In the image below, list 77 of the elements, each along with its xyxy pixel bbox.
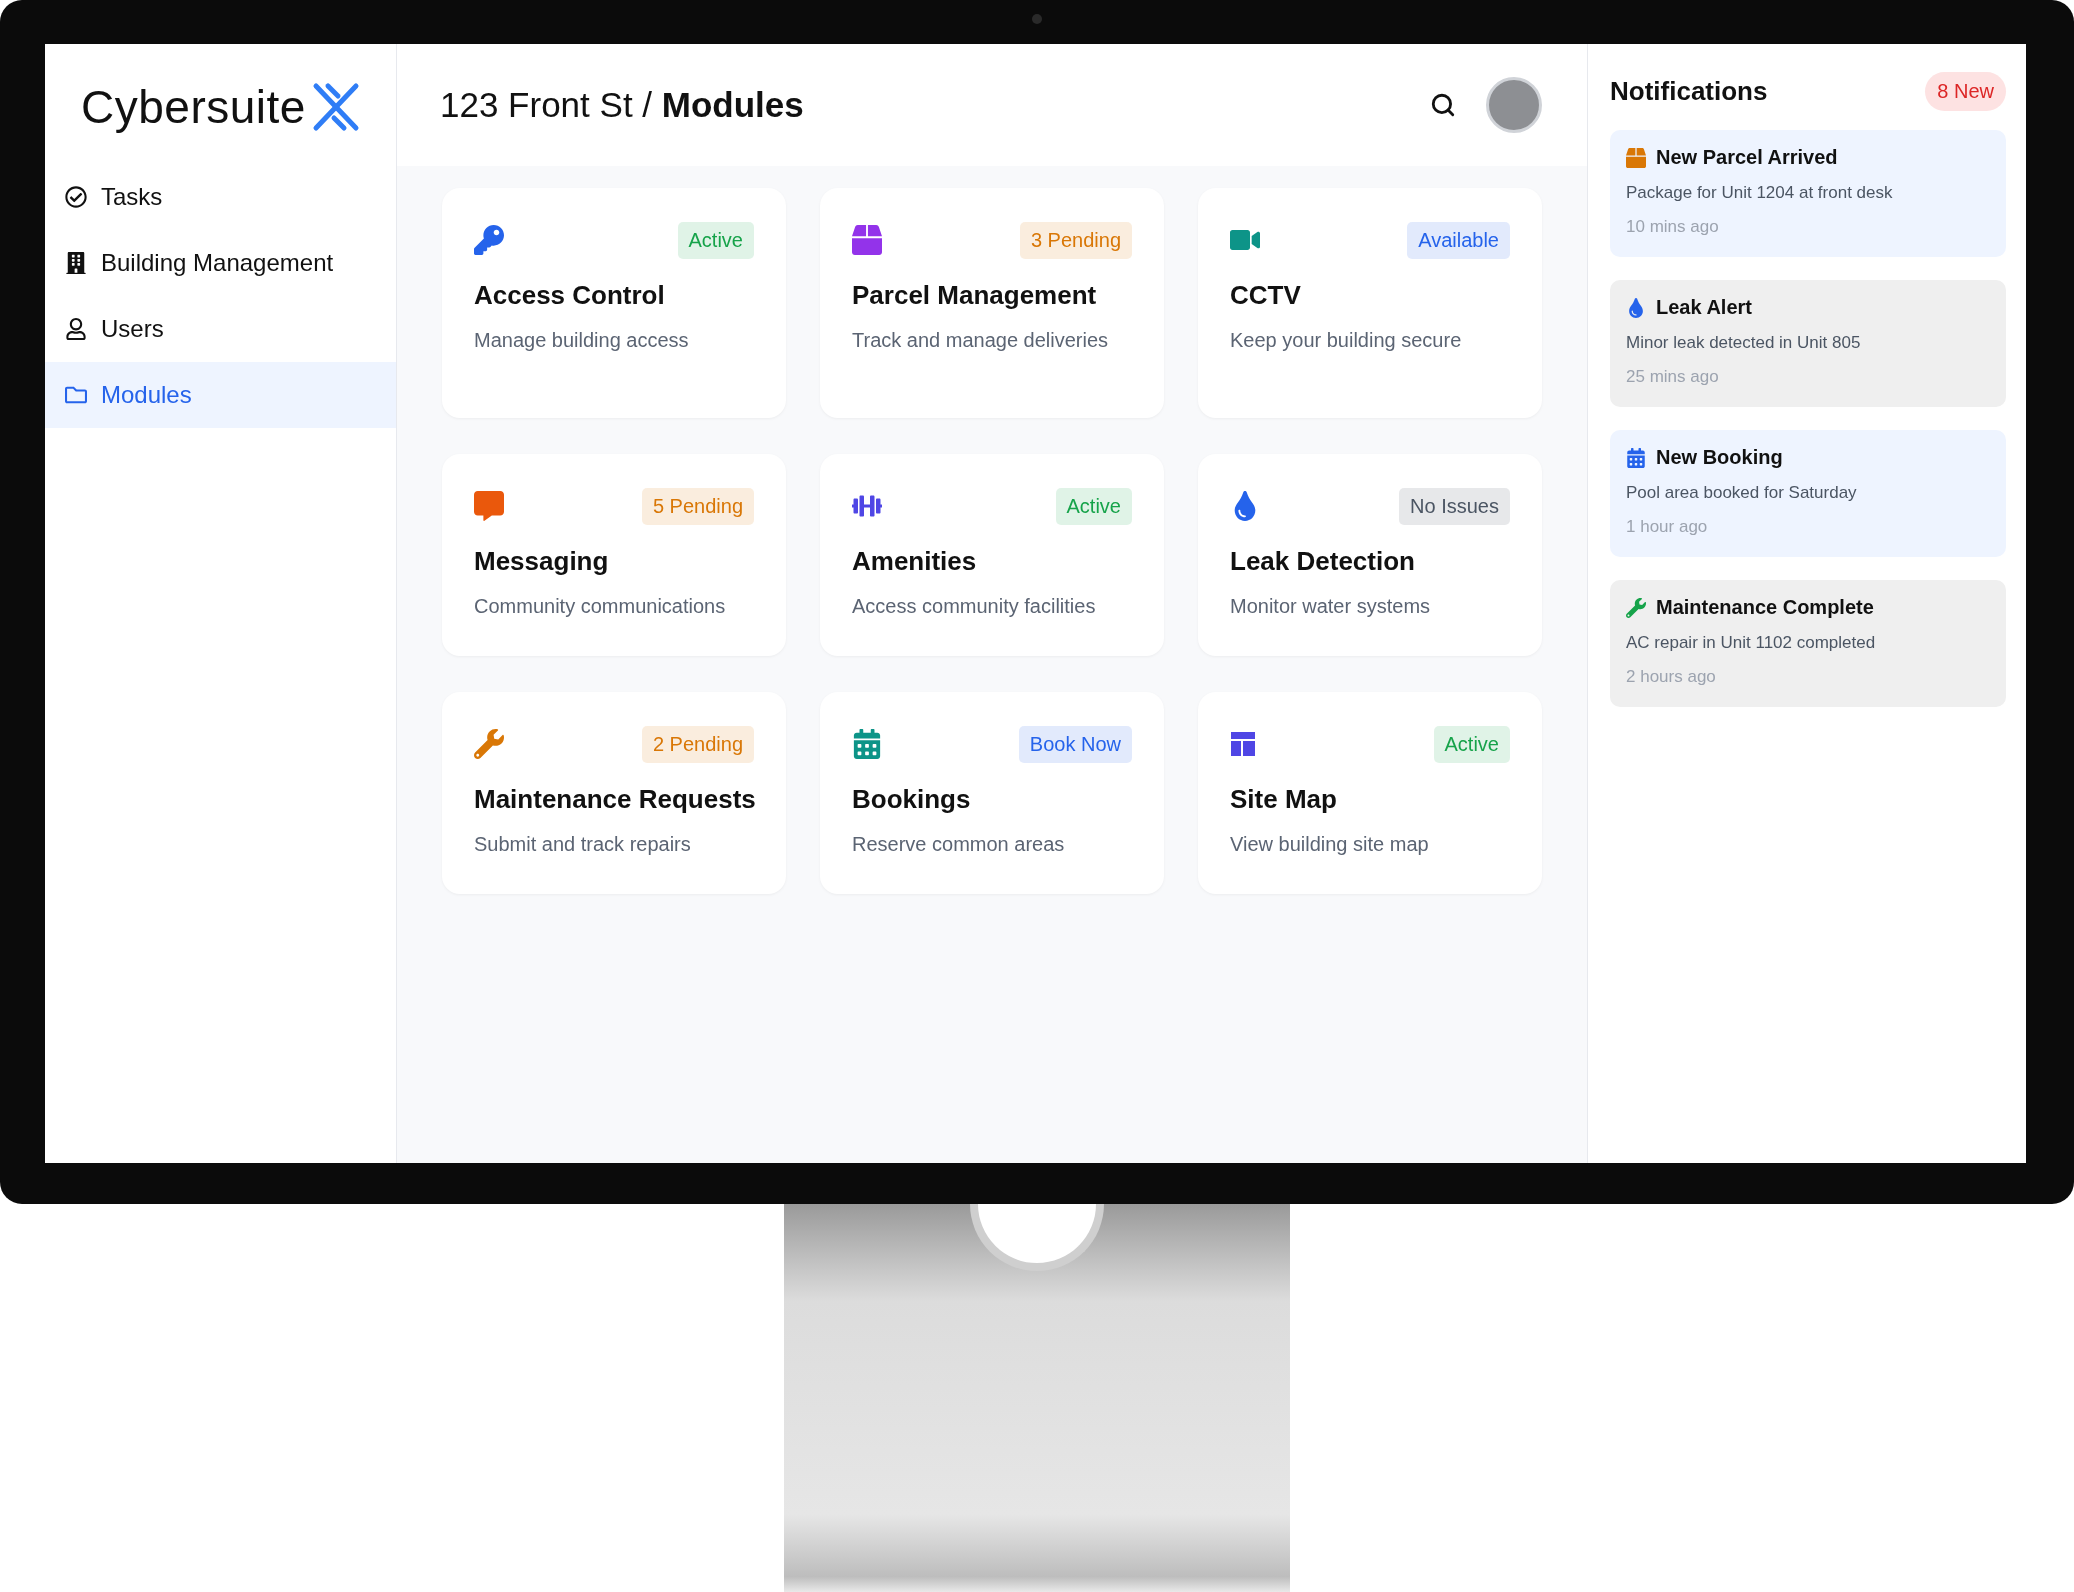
module-title: Bookings: [852, 784, 972, 815]
status-badge: No Issues: [1399, 487, 1510, 525]
notification-time: 10 mins ago: [1626, 217, 1720, 237]
module-title: Parcel Management: [852, 280, 1098, 311]
notification-title: New Booking: [1656, 446, 1783, 469]
module-description: Manage building access: [474, 329, 690, 352]
notification-card[interactable]: New Booking Pool area booked for Saturday 1 hour ago: [1610, 430, 2006, 557]
notification-text: Pool area booked for Saturday: [1626, 483, 1858, 503]
chat-icon: [474, 491, 504, 521]
notification-card[interactable]: Leak Alert Minor leak detected in Unit 805 25 mins ago: [1610, 280, 2006, 407]
calendar-icon: [852, 729, 882, 759]
logo-mark-icon: [311, 82, 360, 132]
page-title: 123 Front St / Modules: [440, 85, 804, 125]
notification-text: Minor leak detected in Unit 805: [1626, 333, 1862, 353]
water-drop-icon: [1626, 297, 1646, 318]
logo-text: Cybersuite: [81, 80, 306, 134]
notification-title: New Parcel Arrived: [1656, 146, 1838, 169]
module-title: Amenities: [852, 546, 978, 577]
notification-title: Maintenance Complete: [1656, 596, 1874, 619]
module-title: Messaging: [474, 546, 610, 577]
module-title: Site Map: [1230, 784, 1338, 815]
nav-item[interactable]: Users: [45, 296, 396, 362]
box-icon: [852, 225, 882, 255]
module-description: View building site map: [1230, 833, 1430, 856]
new-count-badge: 8 New: [1925, 72, 2006, 111]
nav-item[interactable]: Building Management: [45, 230, 396, 296]
module-card[interactable]: Book Now Bookings Reserve common areas: [820, 692, 1164, 894]
notification-title: Leak Alert: [1656, 296, 1752, 319]
module-card[interactable]: No Issues Leak Detection Monitor water systems: [1198, 454, 1542, 656]
nav-item[interactable]: Modules: [45, 362, 396, 428]
module-card[interactable]: 2 Pending Maintenance Requests Submit and track repairs: [442, 692, 786, 894]
status-badge: Active: [677, 221, 754, 259]
notification-card[interactable]: New Parcel Arrived Package for Unit 1204 at front desk 10 mins ago: [1610, 130, 2006, 257]
status-badge: 2 Pending: [641, 725, 754, 763]
wrench-icon: [1626, 597, 1646, 618]
status-badge: Active: [1055, 487, 1132, 525]
module-description: Keep your building secure: [1230, 329, 1463, 352]
module-card[interactable]: Active Amenities Access community facilities: [820, 454, 1164, 656]
status-badge: Active: [1433, 725, 1510, 763]
status-badge: Available: [1407, 221, 1510, 259]
status-badge: 5 Pending: [641, 487, 754, 525]
module-title: Maintenance Requests: [474, 784, 754, 815]
module-card[interactable]: Available CCTV Keep your building secure: [1198, 188, 1542, 418]
notification-card[interactable]: Maintenance Complete AC repair in Unit 1102 completed 2 hours ago: [1610, 580, 2006, 707]
folder-icon: [65, 384, 87, 406]
module-description: Community communications: [474, 595, 727, 618]
notification-text: AC repair in Unit 1102 completed: [1626, 633, 1877, 653]
module-description: Reserve common areas: [852, 833, 1066, 856]
notification-time: 25 mins ago: [1626, 367, 1720, 387]
module-description: Submit and track repairs: [474, 833, 692, 856]
wrench-icon: [474, 729, 504, 759]
module-title: Leak Detection: [1230, 546, 1416, 577]
module-card[interactable]: Active Access Control Manage building access: [442, 188, 786, 418]
status-badge: Book Now: [1018, 725, 1132, 763]
user-icon: [65, 318, 87, 340]
module-card[interactable]: 5 Pending Messaging Community communications: [442, 454, 786, 656]
module-title: Access Control: [474, 280, 666, 311]
notification-time: 1 hour ago: [1626, 517, 1709, 537]
module-description: Track and manage deliveries: [852, 329, 1110, 352]
layout-icon: [1230, 731, 1256, 757]
module-description: Monitor water systems: [1230, 595, 1432, 618]
module-description: Access community facilities: [852, 595, 1097, 618]
building-icon: [65, 252, 87, 274]
notification-time: 2 hours ago: [1626, 667, 1717, 687]
notifications-title: Notifications: [1610, 76, 1768, 107]
calendar-icon: [1626, 447, 1646, 468]
nav-item[interactable]: Tasks: [45, 164, 396, 230]
box-icon: [1626, 147, 1646, 168]
status-badge: 3 Pending: [1019, 221, 1132, 259]
search-icon[interactable]: [1430, 92, 1456, 118]
notification-text: Package for Unit 1204 at front desk: [1626, 183, 1894, 203]
module-title: CCTV: [1230, 280, 1302, 311]
key-icon: [474, 225, 504, 255]
avatar[interactable]: [1486, 77, 1542, 133]
module-card[interactable]: 3 Pending Parcel Management Track and manage deliveries: [820, 188, 1164, 418]
camera-icon: [1032, 14, 1042, 24]
module-card[interactable]: Active Site Map View building site map: [1198, 692, 1542, 894]
